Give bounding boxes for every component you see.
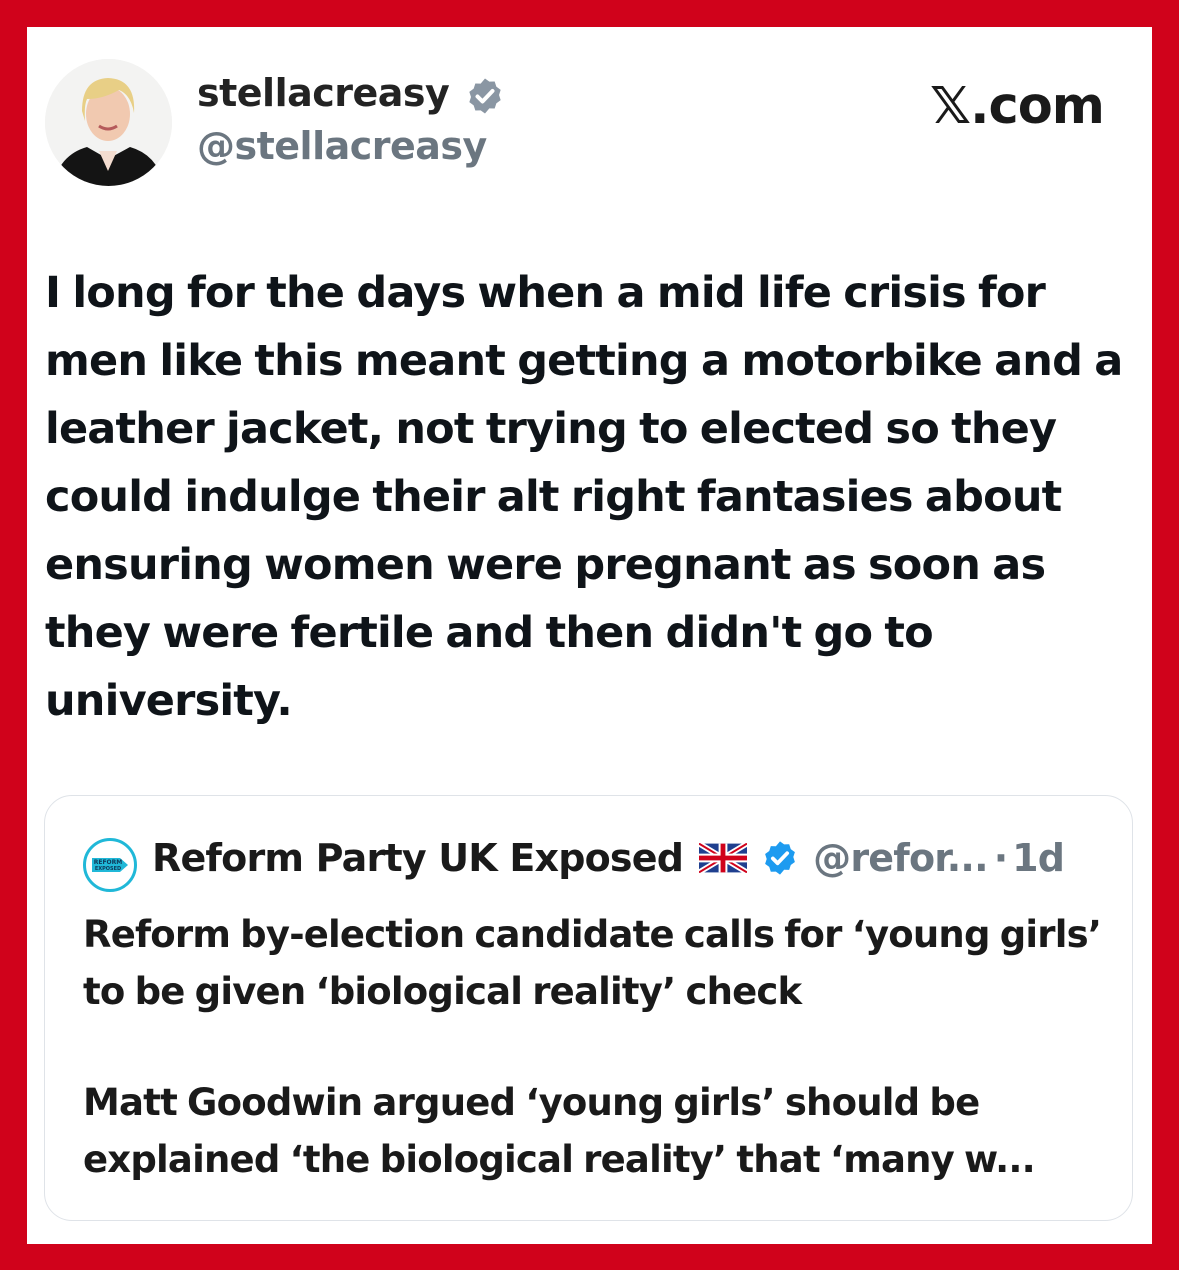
quoted-header: Reform Party UK Exposed @refor... · 1d <box>152 836 1065 880</box>
separator-dot: · <box>993 836 1009 880</box>
display-name[interactable]: stellacreasy <box>197 71 450 115</box>
tweet-text: I long for the days when a mid life cris… <box>45 268 1123 726</box>
tweet-card: stellacreasy @stellacreasy 𝕏.com I long … <box>27 27 1152 1244</box>
quoted-account-logo[interactable]: REFORM EXPOSED <box>83 838 137 892</box>
verified-badge-icon <box>765 841 796 875</box>
user-handle[interactable]: @stellacreasy <box>197 124 487 168</box>
reform-exposed-logo-icon: REFORM EXPOSED <box>88 843 132 887</box>
svg-text:EXPOSED: EXPOSED <box>95 866 121 872</box>
quoted-tweet[interactable]: REFORM EXPOSED Reform Party UK Exposed @… <box>44 795 1133 1221</box>
quoted-headline: Reform by-election candidate calls for ‘… <box>83 913 1102 1013</box>
avatar-photo-icon <box>45 59 172 186</box>
uk-flag-icon <box>699 843 748 873</box>
quoted-timestamp[interactable]: 1d <box>1012 836 1065 880</box>
verified-badge-icon <box>469 78 501 114</box>
site-label: 𝕏.com <box>930 77 1105 136</box>
profile-avatar[interactable] <box>45 59 172 186</box>
quoted-snippet: Matt Goodwin argued ‘young girls’ should… <box>83 1081 1036 1181</box>
quoted-display-name[interactable]: Reform Party UK Exposed <box>152 836 684 880</box>
svg-text:REFORM: REFORM <box>94 859 123 866</box>
quoted-handle[interactable]: @refor... <box>813 836 988 880</box>
